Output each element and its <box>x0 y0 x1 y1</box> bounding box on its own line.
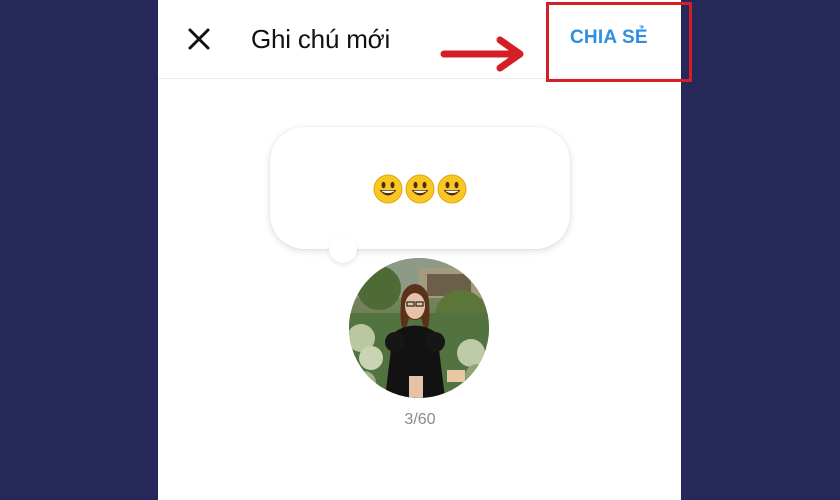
note-text[interactable] <box>372 170 468 206</box>
avatar <box>349 258 489 398</box>
note-bubble[interactable]: 😀😀😀 <box>270 127 570 249</box>
highlight-box <box>546 2 692 82</box>
character-counter: 3/60 <box>404 411 436 428</box>
arrow-annotation <box>440 36 524 72</box>
grinning-face-icon <box>373 174 403 204</box>
bubble-tail <box>329 235 357 263</box>
grinning-face-icon <box>405 174 435 204</box>
close-icon <box>188 28 210 50</box>
page-title: Ghi chú mới <box>251 24 391 54</box>
profile-photo <box>349 258 489 398</box>
close-button[interactable] <box>182 22 216 56</box>
grinning-face-icon <box>437 174 467 204</box>
